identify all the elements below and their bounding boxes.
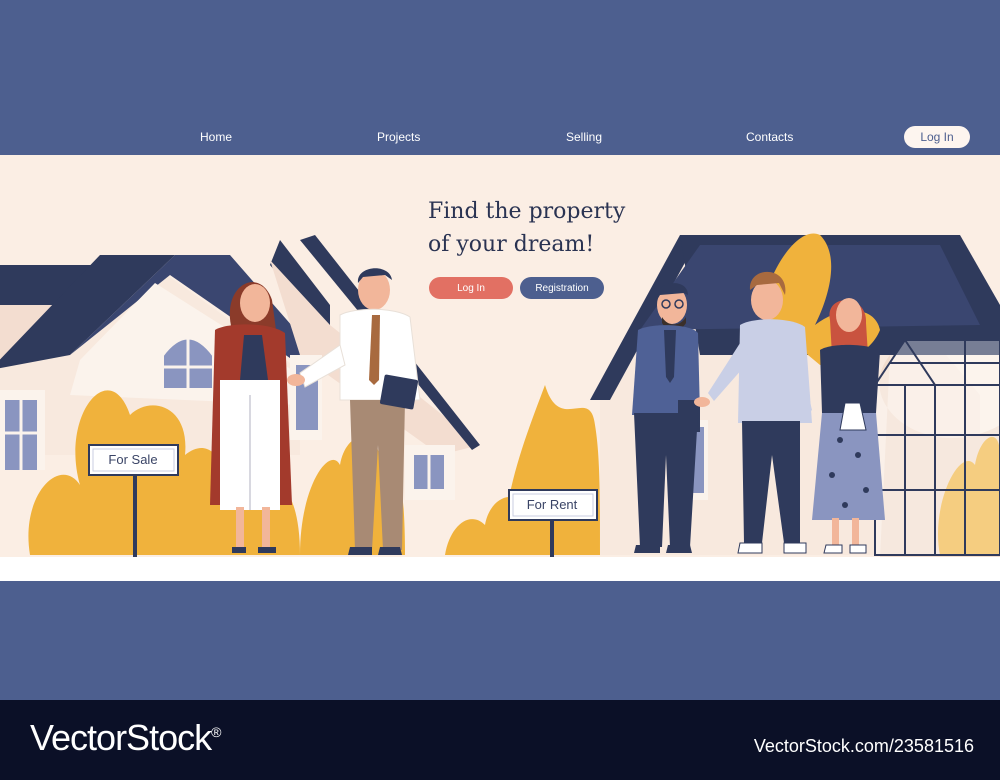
header-login-button[interactable]: Log In [904,126,970,148]
watermark-logo: VectorStock® [30,717,221,759]
watermark-image-id: VectorStock.com/23581516 [753,736,974,756]
nav-link-home[interactable]: Home [200,130,232,144]
lower-band [0,581,1000,699]
greenhouse [874,339,1000,556]
watermark-footer: VectorStock® VectorStock.com/23581516 [0,700,1000,780]
header-bar [0,0,1000,155]
nav-link-projects[interactable]: Projects [377,130,420,144]
hero-headline-line-1: Find the property [428,199,626,224]
nav-link-contacts[interactable]: Contacts [746,130,793,144]
registered-mark: ® [211,724,221,740]
hero-headline: Find the property of your dream! [428,195,625,261]
hero-login-button[interactable]: Log In [429,277,513,299]
ground-strip [0,557,1000,581]
registration-button[interactable]: Registration [520,277,604,299]
watermark-brand: VectorStock [30,717,212,758]
for-rent-sign-text: For Rent [527,497,578,512]
nav-link-selling[interactable]: Selling [566,130,602,144]
for-sale-sign-text: For Sale [108,452,157,467]
hero-headline-line-2: of your dream! [428,232,595,257]
